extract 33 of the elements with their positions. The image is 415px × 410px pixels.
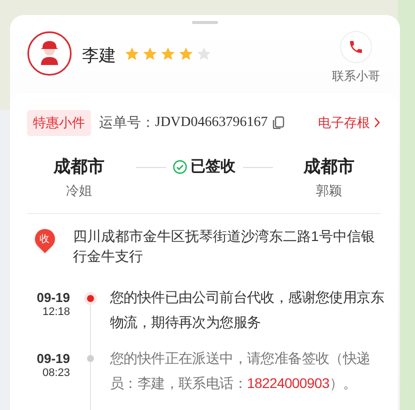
service-tag: 特惠小件 [27, 110, 91, 136]
event-time: 12:18 [42, 304, 70, 318]
star-icon [160, 46, 176, 62]
chevron-right-icon [373, 117, 381, 128]
route-line [136, 166, 166, 168]
delivery-status: 已签收 [190, 156, 236, 177]
courier-avatar-icon [27, 31, 72, 76]
recipient-name: 郭颖 [316, 182, 342, 200]
waybill-number: JDVD04663796167 [155, 114, 268, 132]
event-description: 您的快件正在派送中，请您准备签收（快递员：李建，联系电话：18224000903）。 [110, 348, 372, 392]
sender-name: 冷姐 [66, 182, 92, 200]
star-icon [196, 46, 212, 62]
star-icon [124, 46, 140, 62]
star-icon [142, 46, 158, 62]
delivery-address: 四川成都市金牛区抚琴街道沙湾东二路1号中信银行金牛支行 [73, 226, 376, 266]
call-button[interactable] [340, 31, 372, 63]
check-circle-icon [172, 160, 186, 174]
destination-city: 成都市 [304, 156, 354, 178]
drag-handle[interactable] [192, 21, 218, 24]
waybill-label: 运单号： [99, 113, 155, 132]
courier-name: 李建 [82, 45, 116, 67]
origin-city: 成都市 [54, 156, 104, 178]
call-label: 联系小哥 [332, 68, 380, 85]
star-icon [178, 46, 194, 62]
event-description: 您的快件已由公司前台代收，感谢您使用京东物流，期待再次为您服务 [110, 288, 386, 332]
e-receipt-link[interactable]: 电子存根 [318, 113, 381, 132]
phone-icon [348, 39, 364, 55]
phone-link[interactable]: 18224000903 [247, 374, 330, 390]
event-date: 09-19 [36, 290, 70, 304]
route-line [242, 166, 272, 168]
event-time: 08:23 [42, 366, 70, 380]
event-date: 09-19 [36, 350, 70, 366]
copy-icon[interactable] [272, 116, 285, 130]
